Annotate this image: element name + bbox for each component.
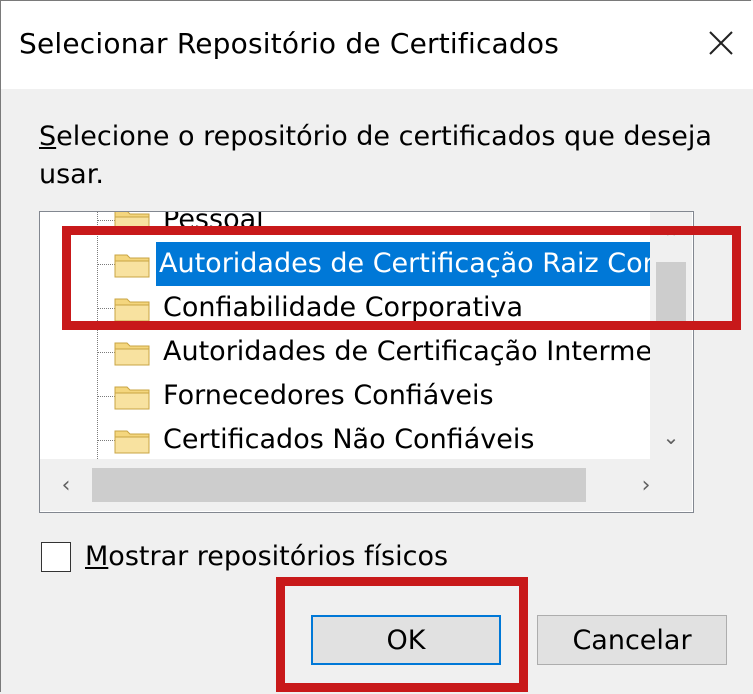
tree-item-pessoal[interactable]: Pessoal: [40, 212, 650, 242]
show-physical-stores[interactable]: Mostrar repositórios físicos: [41, 541, 448, 572]
instruction-text: Selecione o repositório de certificados …: [39, 118, 719, 194]
scroll-left-icon[interactable]: ‹: [40, 459, 92, 511]
tree-item-label: Confiabilidade Corporativa: [163, 292, 524, 323]
scroll-down-icon[interactable]: ⌄: [650, 417, 692, 457]
close-button[interactable]: [699, 21, 743, 65]
vertical-scrollbar[interactable]: ⌃ ⌄: [650, 212, 692, 459]
horizontal-scrollbar[interactable]: ‹ ›: [40, 459, 650, 511]
horizontal-scroll-thumb[interactable]: [92, 468, 586, 502]
tree-item-intermediaria[interactable]: Autoridades de Certificação Intermediári: [40, 330, 650, 374]
instruction-rest: elecione o repositório de certificados q…: [39, 121, 712, 190]
instruction-mnemonic: S: [39, 121, 57, 152]
tree-item-label: Pessoal: [163, 212, 264, 235]
tree-item-label: Fornecedores Confiáveis: [163, 380, 494, 411]
store-tree[interactable]: Pessoal Autoridades de Certificação Raiz…: [39, 211, 694, 513]
physical-stores-checkbox[interactable]: [41, 541, 71, 572]
tree-item-raiz[interactable]: Autoridades de Certificação Raiz Confiáv: [40, 242, 650, 286]
folder-icon: [114, 342, 150, 366]
folder-icon: [114, 254, 150, 278]
tree-item-fornecedores[interactable]: Fornecedores Confiáveis: [40, 374, 650, 418]
close-icon: [709, 31, 733, 55]
dialog-title: Selecionar Repositório de Certificados: [19, 27, 559, 60]
scroll-up-icon[interactable]: ⌃: [650, 218, 692, 258]
checkbox-label: Mostrar repositórios físicos: [85, 541, 449, 572]
tree-item-label: Certificados Não Confiáveis: [163, 424, 535, 455]
dialog-window: Selecionar Repositório de Certificados S…: [0, 0, 753, 692]
tree-item-corporativa[interactable]: Confiabilidade Corporativa: [40, 286, 650, 330]
folder-icon: [114, 386, 150, 410]
folder-icon: [114, 298, 150, 322]
cancel-button[interactable]: Cancelar: [537, 615, 727, 665]
folder-icon: [114, 430, 150, 454]
folder-icon: [114, 212, 150, 234]
title-bar: Selecionar Repositório de Certificados: [1, 1, 753, 89]
tree-item-label: Autoridades de Certificação Raiz Confiáv: [156, 242, 650, 286]
tree-rows: Pessoal Autoridades de Certificação Raiz…: [40, 212, 650, 459]
vertical-scroll-thumb[interactable]: [656, 262, 686, 324]
tree-item-label: Autoridades de Certificação Intermediári: [163, 336, 650, 367]
scrollbar-corner: [650, 459, 692, 511]
ok-button[interactable]: OK: [311, 615, 501, 665]
tree-item-nao-confiaveis[interactable]: Certificados Não Confiáveis: [40, 418, 650, 459]
